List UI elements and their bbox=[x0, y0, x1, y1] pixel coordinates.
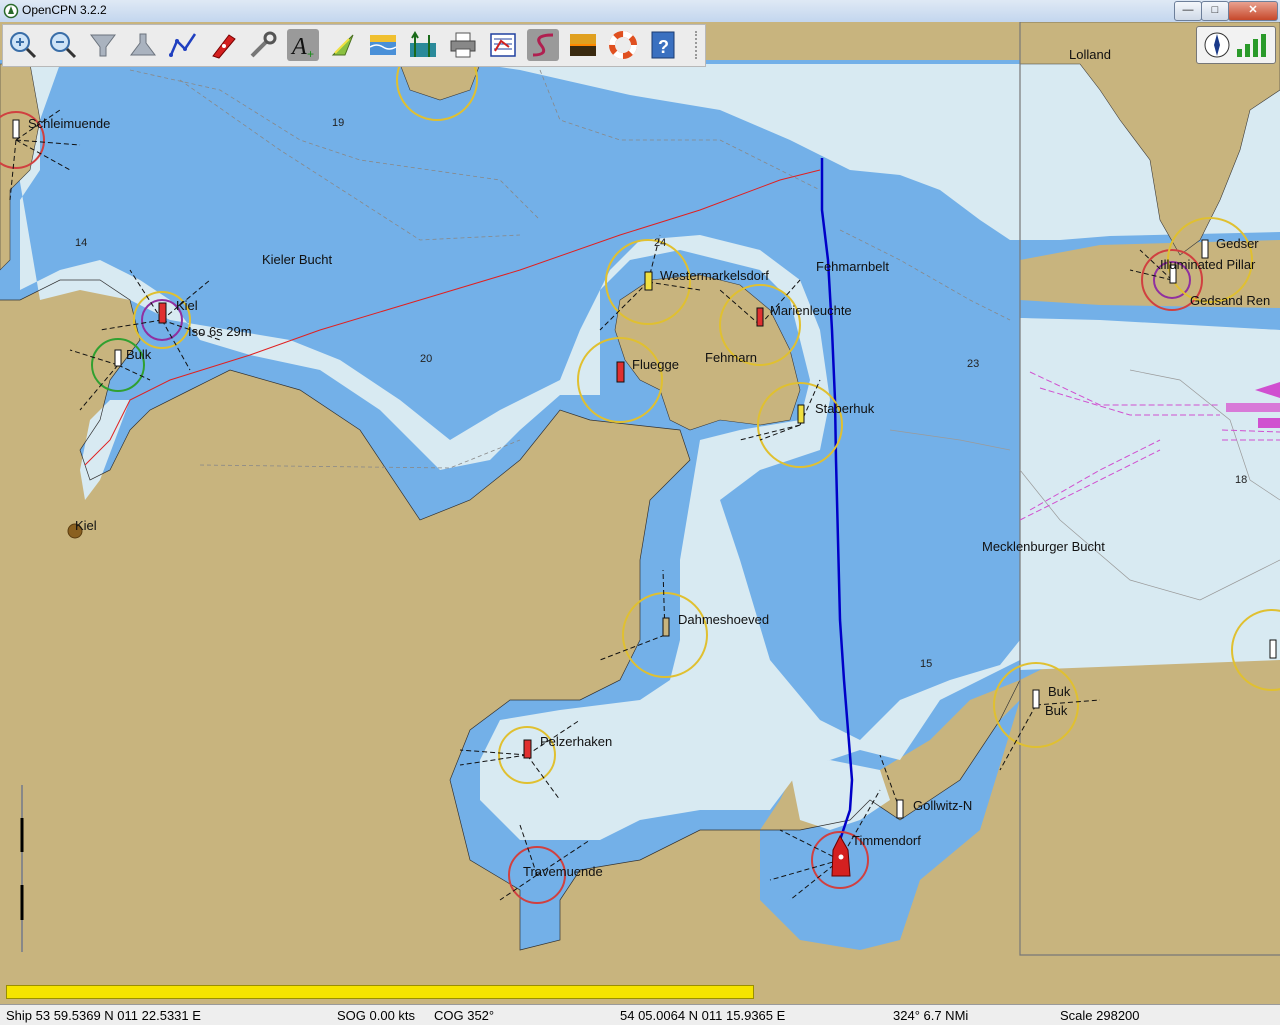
zoom-out-button[interactable] bbox=[47, 29, 79, 61]
label-staberhuk: Staberhuk bbox=[815, 401, 875, 416]
svg-text:+: + bbox=[307, 47, 314, 61]
label-kiel-light-char: Iso 6s 29m bbox=[188, 324, 252, 339]
track-icon bbox=[490, 33, 516, 57]
label-buk-2: Buk bbox=[1045, 703, 1068, 718]
label-fehmarnbelt: Fehmarnbelt bbox=[816, 259, 889, 274]
settings-button[interactable] bbox=[247, 29, 279, 61]
depth-19: 19 bbox=[332, 117, 344, 129]
question-icon: ? bbox=[651, 31, 675, 59]
zoom-in-button[interactable] bbox=[7, 29, 39, 61]
maximize-button[interactable]: □ bbox=[1201, 1, 1229, 21]
label-gedser: Gedser bbox=[1216, 236, 1259, 251]
color-scheme-button[interactable] bbox=[527, 29, 559, 61]
boat-icon bbox=[212, 34, 236, 59]
close-button[interactable]: ✕ bbox=[1228, 1, 1278, 21]
ship-position: Ship 53 59.5369 N 011 22.5331 E bbox=[6, 1008, 201, 1023]
ship-cog: COG 352° bbox=[434, 1008, 495, 1023]
scale-in-button[interactable] bbox=[87, 29, 119, 61]
label-dahmeshoeved: Dahmeshoeved bbox=[678, 612, 769, 627]
create-route-button[interactable] bbox=[167, 29, 199, 61]
wrench-icon bbox=[250, 31, 277, 58]
minimize-button[interactable]: — bbox=[1174, 1, 1202, 21]
text-a-icon: A + bbox=[290, 34, 314, 61]
route-manager-button[interactable] bbox=[407, 29, 439, 61]
enc-text-button[interactable]: A + bbox=[287, 29, 319, 61]
window-title: OpenCPN 3.2.2 bbox=[22, 3, 107, 17]
mob-button[interactable] bbox=[607, 29, 639, 61]
label-westermarkelsdorf: Westermarkelsdorf bbox=[660, 268, 769, 283]
svg-text:?: ? bbox=[658, 37, 669, 57]
lifebuoy-icon bbox=[609, 31, 637, 59]
label-kieler-bucht: Kieler Bucht bbox=[262, 252, 332, 267]
signal-strength-icon bbox=[1237, 34, 1266, 57]
label-illuminated-pillar: Illuminated Pillar bbox=[1160, 257, 1256, 272]
label-gollwitz: Gollwitz-N bbox=[913, 798, 972, 813]
printer-icon bbox=[450, 32, 476, 58]
tides-button[interactable] bbox=[367, 29, 399, 61]
chart-load-progress-bar bbox=[6, 985, 754, 999]
route-manager-icon bbox=[410, 31, 436, 57]
depth-20: 20 bbox=[420, 353, 432, 365]
chart-canvas[interactable]: 19 14 20 24 23 18 15 Schleimuende Kieler… bbox=[0, 22, 1280, 982]
status-bar: Ship 53 59.5369 N 011 22.5331 E SOG 0.00… bbox=[0, 1004, 1280, 1025]
depth-24: 24 bbox=[654, 237, 666, 249]
depth-23: 23 bbox=[967, 358, 979, 370]
route-icon bbox=[169, 33, 197, 57]
ship-sog: SOG 0.00 kts bbox=[337, 1008, 416, 1023]
label-marienleuchte: Marienleuchte bbox=[770, 303, 852, 318]
label-kiel-light: Kiel bbox=[176, 298, 198, 313]
own-ship-center bbox=[838, 854, 844, 860]
day-night-button[interactable] bbox=[567, 29, 599, 61]
deep-water-east bbox=[1020, 318, 1280, 670]
current-arrow-icon bbox=[331, 34, 354, 56]
label-gedsand: Gedsand Ren bbox=[1190, 293, 1270, 308]
label-timmendorf: Timmendorf bbox=[852, 833, 921, 848]
track-button[interactable] bbox=[487, 29, 519, 61]
depth-15: 15 bbox=[920, 658, 932, 670]
label-kiel-city: Kiel bbox=[75, 518, 97, 533]
tide-icon bbox=[369, 35, 397, 55]
toolbar-grip[interactable] bbox=[695, 31, 703, 59]
label-fehmarn: Fehmarn bbox=[705, 350, 757, 365]
label-mecklenburger-bucht: Mecklenburger Bucht bbox=[982, 539, 1105, 554]
gps-status-panel bbox=[1196, 26, 1276, 64]
svg-text:A: A bbox=[290, 34, 307, 60]
compass-icon bbox=[1204, 32, 1230, 58]
sunset-icon bbox=[570, 34, 596, 56]
zoom-in-icon bbox=[10, 32, 37, 59]
traffic-lane-arrow-body bbox=[1226, 403, 1280, 412]
chart-scale: Scale 298200 bbox=[1060, 1008, 1140, 1023]
main-toolbar: A + ? bbox=[2, 24, 706, 67]
label-buk-1: Buk bbox=[1048, 684, 1071, 699]
zoom-out-icon bbox=[50, 32, 77, 59]
opencpn-app-icon bbox=[3, 3, 19, 19]
depth-18: 18 bbox=[1235, 474, 1247, 486]
label-schleimuende: Schleimuende bbox=[28, 116, 110, 131]
label-travemuende: Travemuende bbox=[523, 864, 603, 879]
cursor-bearing-distance: 324° 6.7 NMi bbox=[893, 1008, 969, 1023]
help-button[interactable]: ? bbox=[647, 29, 679, 61]
traffic-lane-box bbox=[1258, 418, 1280, 428]
depth-14: 14 bbox=[75, 237, 87, 249]
label-lolland: Lolland bbox=[1069, 47, 1111, 62]
title-bar[interactable]: OpenCPN 3.2.2 — □ ✕ bbox=[0, 0, 1280, 23]
progress-area bbox=[0, 982, 1280, 1004]
funnel-up-icon bbox=[130, 33, 156, 56]
label-bulk: Bulk bbox=[126, 347, 152, 362]
s-curve-icon bbox=[532, 33, 554, 57]
cursor-position: 54 05.0064 N 011 15.9365 E bbox=[620, 1008, 786, 1023]
auto-follow-button[interactable] bbox=[207, 29, 239, 61]
label-pelzerhaken: Pelzerhaken bbox=[540, 734, 612, 749]
funnel-down-icon bbox=[90, 34, 116, 57]
currents-button[interactable] bbox=[327, 29, 359, 61]
label-fluegge: Fluegge bbox=[632, 357, 679, 372]
scale-out-button[interactable] bbox=[127, 29, 159, 61]
print-button[interactable] bbox=[447, 29, 479, 61]
